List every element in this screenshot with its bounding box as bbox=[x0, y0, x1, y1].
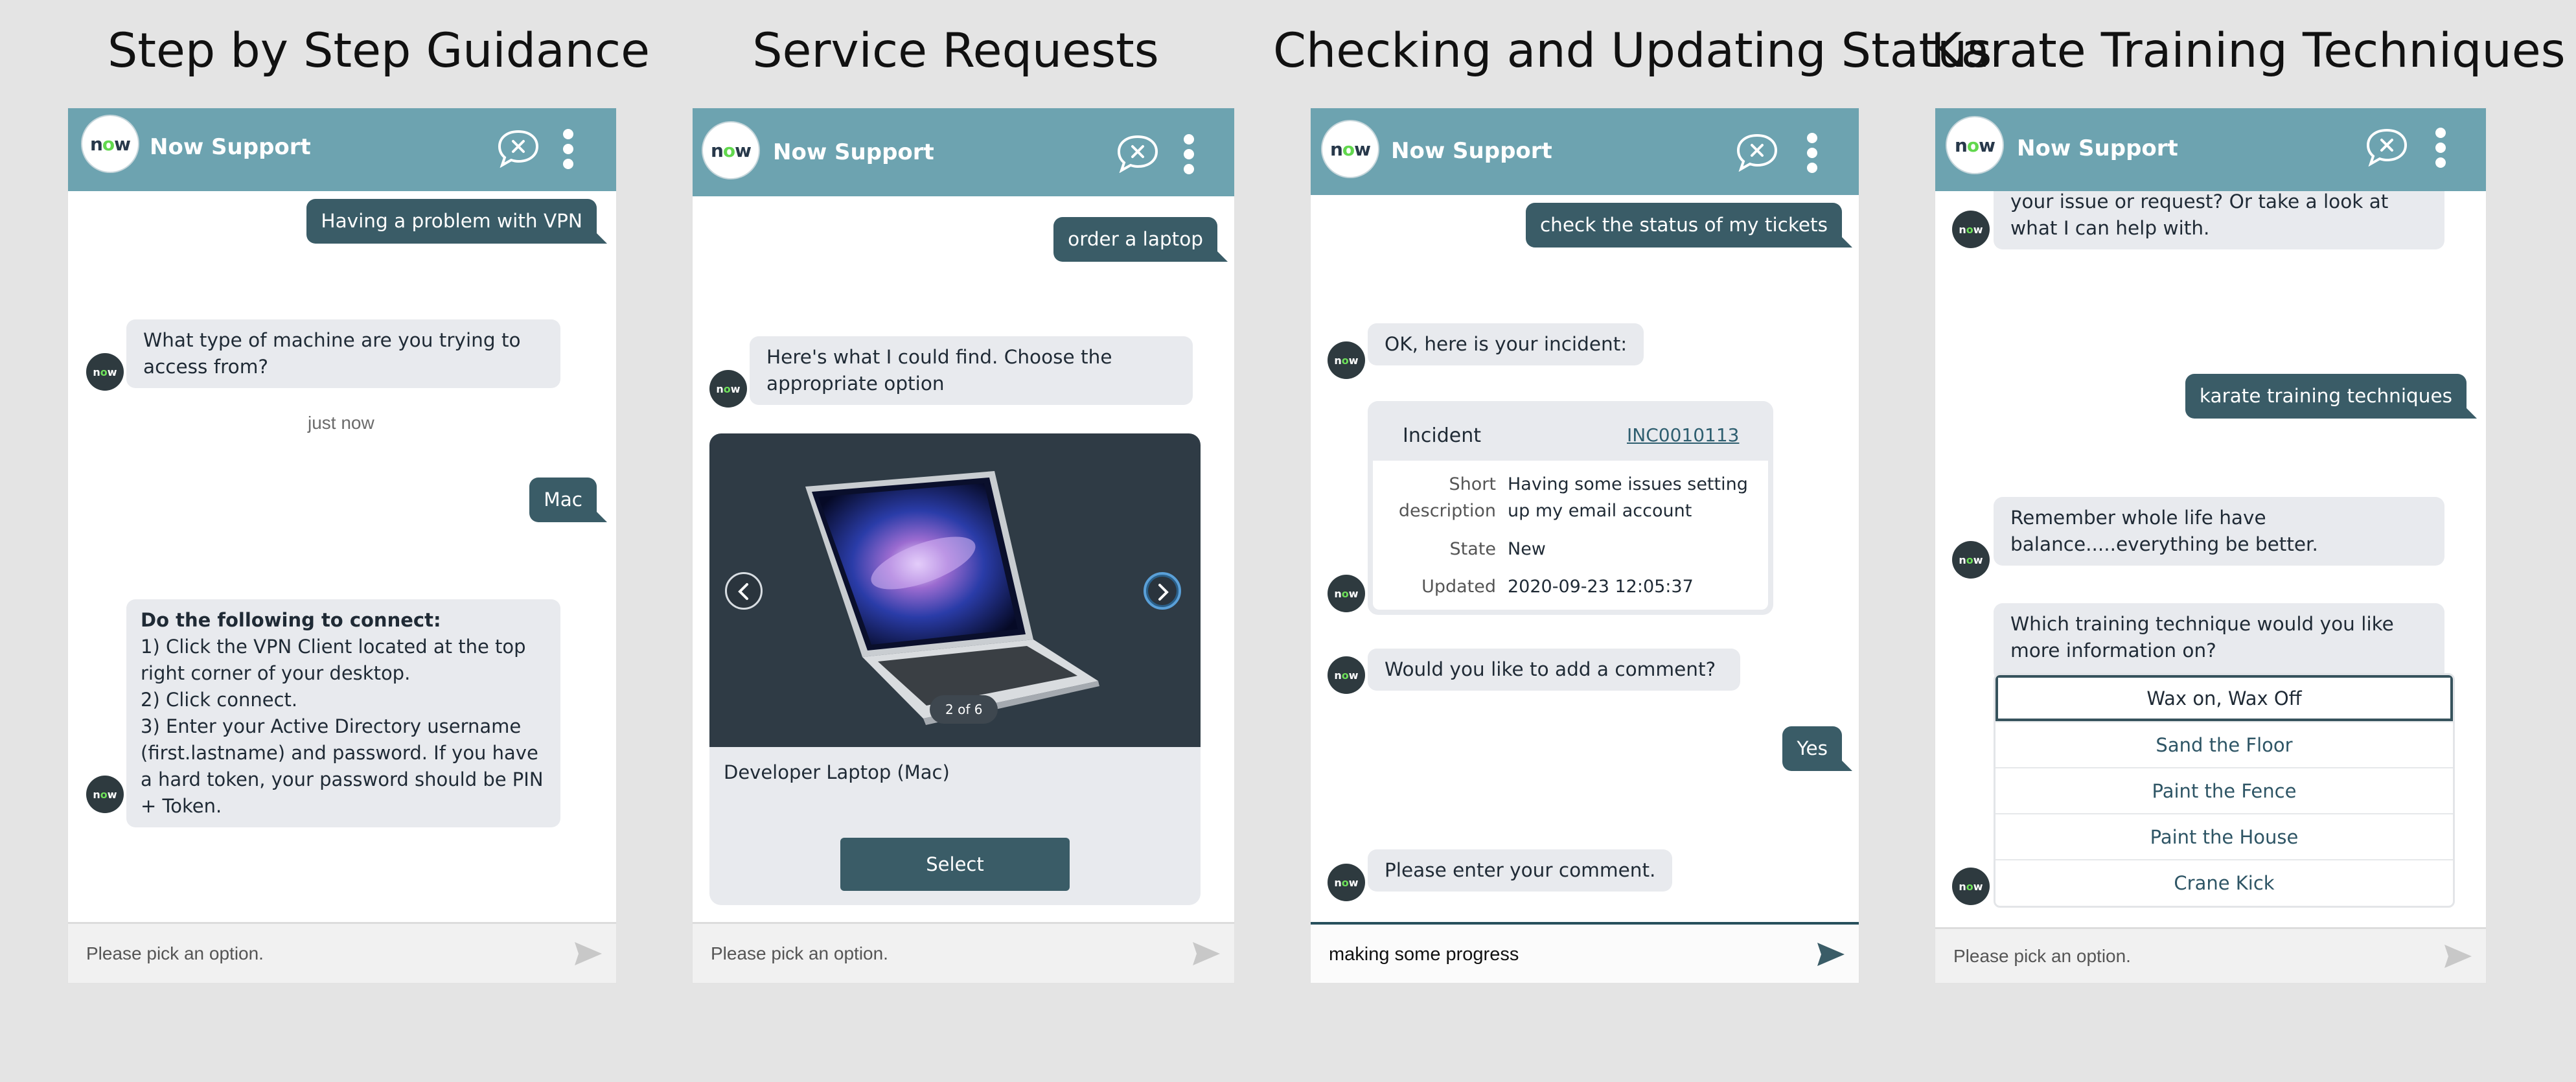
brand-logo: now bbox=[702, 121, 760, 179]
bot-avatar: now bbox=[709, 370, 747, 408]
send-icon[interactable] bbox=[573, 941, 603, 967]
product-image: 2 of 6 bbox=[709, 433, 1201, 747]
chat-header: now Now Support bbox=[1935, 108, 2486, 191]
chat-input-bar: Please pick an option. bbox=[693, 922, 1234, 983]
brand-logo: now bbox=[1321, 120, 1379, 178]
bot-avatar: now bbox=[1328, 341, 1365, 379]
option-item[interactable]: Sand the Floor bbox=[1995, 721, 2453, 767]
catalog-carousel-card: 2 of 6 Developer Laptop (Mac) Select bbox=[709, 433, 1201, 905]
user-message: Yes bbox=[1782, 726, 1852, 771]
chat-input-bar: Please pick an option. bbox=[1935, 927, 2486, 983]
end-chat-icon[interactable] bbox=[1734, 133, 1780, 172]
option-item[interactable]: Crane Kick bbox=[1995, 859, 2453, 905]
user-message: Mac bbox=[529, 478, 607, 522]
more-vertical-icon[interactable] bbox=[1806, 132, 1819, 174]
incident-number-link[interactable]: INC0010113 bbox=[1627, 424, 1739, 446]
bot-avatar: now bbox=[1952, 211, 1990, 248]
option-item[interactable]: Wax on, Wax Off bbox=[1995, 675, 2453, 721]
incident-card: Incident INC0010113 Short description Ha… bbox=[1368, 401, 1773, 615]
brand-name: Now Support bbox=[773, 139, 934, 165]
bot-avatar: now bbox=[1328, 864, 1365, 901]
brand-name: Now Support bbox=[2017, 135, 2178, 161]
panel-title: Step by Step Guidance bbox=[108, 23, 650, 78]
option-list: Wax on, Wax Off Sand the Floor Paint the… bbox=[1994, 673, 2455, 908]
state-label: State bbox=[1449, 539, 1496, 559]
bot-avatar: now bbox=[86, 776, 124, 813]
option-item[interactable]: Paint the Fence bbox=[1995, 767, 2453, 813]
bot-message: Here's what I could find. Choose the app… bbox=[750, 336, 1193, 405]
bot-avatar: now bbox=[86, 353, 124, 391]
carousel-pager: 2 of 6 bbox=[930, 695, 998, 724]
user-message: check the status of my tickets bbox=[1525, 203, 1853, 247]
end-chat-icon[interactable] bbox=[496, 129, 541, 168]
end-chat-icon[interactable] bbox=[2364, 128, 2409, 167]
bot-message: OK, here is your incident: bbox=[1368, 323, 1644, 365]
chat-input[interactable]: Please pick an option. bbox=[711, 943, 1176, 964]
state-value: New bbox=[1508, 539, 1546, 559]
panel-title: Service Requests bbox=[752, 23, 1159, 78]
brand-logo: now bbox=[1946, 116, 2004, 174]
incident-card-header: Incident INC0010113 bbox=[1373, 406, 1768, 461]
updated-label: Updated bbox=[1421, 577, 1496, 597]
instruction-heading: Do the following to connect: bbox=[141, 609, 441, 631]
brand-name: Now Support bbox=[150, 134, 311, 160]
bot-message: What type of machine are you trying to a… bbox=[126, 319, 560, 388]
bot-message: Would you like to add a comment? bbox=[1368, 649, 1741, 691]
message-timestamp: just now bbox=[308, 413, 374, 433]
bot-avatar: now bbox=[1952, 541, 1990, 579]
bot-avatar: now bbox=[1328, 656, 1365, 694]
panel-title: Karate Training Techniques bbox=[1931, 23, 2566, 78]
chat-header: now Now Support bbox=[68, 108, 616, 191]
panel-title: Checking and Updating Status bbox=[1273, 23, 1992, 78]
send-icon[interactable] bbox=[1816, 941, 1846, 967]
more-vertical-icon[interactable] bbox=[2434, 126, 2447, 169]
chat-window: your issue or request? Or take a look at… bbox=[1935, 108, 2487, 984]
bot-message-instructions: Do the following to connect: 1) Click th… bbox=[126, 599, 560, 827]
chat-input[interactable]: making some progress bbox=[1329, 944, 1800, 965]
short-description-value: Having some issues setting up my email a… bbox=[1508, 474, 1748, 521]
select-button[interactable]: Select bbox=[840, 838, 1070, 891]
chat-header: now Now Support bbox=[1311, 108, 1859, 195]
chat-input-bar: Please pick an option. bbox=[68, 922, 616, 983]
chat-input-bar: making some progress bbox=[1311, 922, 1859, 983]
bot-message: Remember whole life have balance.....eve… bbox=[1994, 497, 2444, 566]
user-message: karate training techniques bbox=[2185, 374, 2478, 419]
updated-value: 2020-09-23 12:05:37 bbox=[1508, 577, 1694, 597]
bot-message: Which training technique would you like … bbox=[1994, 603, 2444, 681]
brand-logo: now bbox=[81, 115, 139, 173]
incident-card-body: Incident INC0010113 Short description Ha… bbox=[1373, 406, 1768, 610]
chat-input[interactable]: Please pick an option. bbox=[1953, 946, 2428, 967]
send-icon[interactable] bbox=[2443, 943, 2473, 969]
incident-label: Incident bbox=[1403, 424, 1481, 447]
option-item[interactable]: Paint the House bbox=[1995, 813, 2453, 859]
more-vertical-icon[interactable] bbox=[562, 128, 575, 170]
bot-message: Please enter your comment. bbox=[1368, 849, 1673, 892]
brand-name: Now Support bbox=[1391, 138, 1552, 164]
chat-header: now Now Support bbox=[693, 108, 1234, 196]
chat-input[interactable]: Please pick an option. bbox=[86, 943, 558, 964]
instruction-step: 1) Click the VPN Client located at the t… bbox=[141, 636, 526, 684]
chat-window: now Now Support check the status of my t… bbox=[1310, 108, 1859, 984]
instruction-step: 2) Click connect. bbox=[141, 689, 298, 711]
user-message: Having a problem with VPN bbox=[306, 199, 607, 244]
carousel-next-button[interactable] bbox=[1144, 572, 1181, 610]
instruction-step: 3) Enter your Active Directory username … bbox=[141, 715, 544, 817]
more-vertical-icon[interactable] bbox=[1182, 133, 1195, 176]
send-icon[interactable] bbox=[1191, 941, 1221, 967]
bot-avatar: now bbox=[1952, 868, 1990, 905]
chat-window: now Now Support order a laptop Here's wh… bbox=[692, 108, 1235, 984]
user-message: order a laptop bbox=[1053, 217, 1228, 262]
product-title: Developer Laptop (Mac) bbox=[724, 761, 950, 783]
bot-avatar: now bbox=[1328, 575, 1365, 612]
chat-window: now Now Support Having a problem with VP… bbox=[67, 108, 617, 984]
carousel-prev-button[interactable] bbox=[725, 572, 763, 610]
short-description-label: Short description bbox=[1398, 474, 1496, 521]
end-chat-icon[interactable] bbox=[1115, 134, 1160, 174]
